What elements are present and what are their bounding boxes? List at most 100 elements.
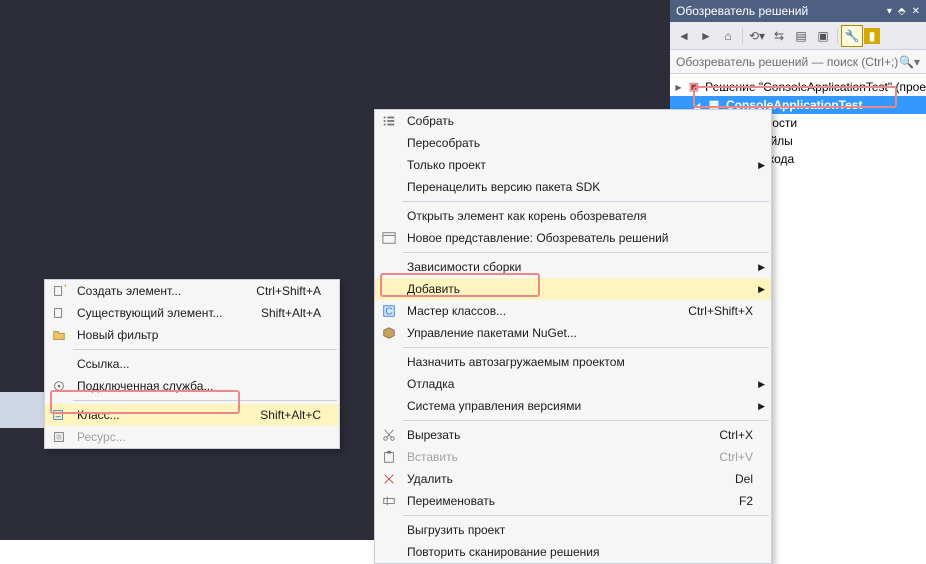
submenu-arrow-icon: ▶ — [758, 160, 765, 171]
menu-item-label: Мастер классов... — [403, 304, 688, 318]
menu-item-shortcut: Shift+Alt+C — [260, 408, 339, 422]
panel-titlebar: Обозреватель решений ▾ ⬘ ✕ — [670, 0, 926, 22]
back-icon[interactable]: ◄ — [674, 26, 694, 46]
menu-item-label: Ссылка... — [73, 357, 339, 371]
menu-item-label: Повторить сканирование решения — [403, 545, 771, 559]
home-icon[interactable]: ⌂ — [718, 26, 738, 46]
menu-item-переименовать[interactable]: ПереименоватьF2 — [375, 490, 771, 512]
menu-item-только-проект[interactable]: Только проект▶ — [375, 154, 771, 176]
existitem-icon — [45, 306, 73, 320]
menu-item-пересобрать[interactable]: Пересобрать — [375, 132, 771, 154]
menu-item-система-управления-версиями[interactable]: Система управления версиями▶ — [375, 395, 771, 417]
menu-item-новый-фильтр[interactable]: Новый фильтр — [45, 324, 339, 346]
menu-item-label: Только проект — [403, 158, 771, 172]
menu-item-shortcut: Ctrl+X — [719, 428, 771, 442]
menu-item-удалить[interactable]: УдалитьDel — [375, 468, 771, 490]
submenu-arrow-icon: ▶ — [758, 262, 765, 273]
menu-item-вставить: ВставитьCtrl+V — [375, 446, 771, 468]
panel-title: Обозреватель решений — [676, 4, 887, 18]
menu-item-ресурс-: Ресурс... — [45, 426, 339, 448]
menu-item-зависимости-сборки[interactable]: Зависимости сборки▶ — [375, 256, 771, 278]
menu-item-shortcut: F2 — [739, 494, 771, 508]
menu-item-подключенная-служба-[interactable]: Подключенная служба... — [45, 375, 339, 397]
menu-item-shortcut: Ctrl+Shift+X — [688, 304, 771, 318]
cut-icon — [375, 428, 403, 442]
menu-item-label: Отладка — [403, 377, 771, 391]
submenu-arrow-icon: ▶ — [758, 284, 765, 295]
context-menu-primary: СобратьПересобратьТолько проект▶Перенаце… — [374, 109, 772, 564]
search-placeholder: Обозреватель решений — поиск (Ctrl+;) — [676, 55, 899, 69]
submenu-arrow-icon: ▶ — [758, 401, 765, 412]
folder-icon — [45, 328, 73, 342]
menu-item-shortcut: Del — [735, 472, 771, 486]
properties-icon[interactable]: 🔧 — [842, 26, 862, 46]
menu-item-shortcut: Shift+Alt+A — [261, 306, 339, 320]
menu-item-label: Система управления версиями — [403, 399, 771, 413]
menu-item-класс-[interactable]: Класс...Shift+Alt+C — [45, 404, 339, 426]
menu-item-вырезать[interactable]: ВырезатьCtrl+X — [375, 424, 771, 446]
resource-icon — [45, 430, 73, 444]
sync-icon[interactable]: ⟲▾ — [747, 26, 767, 46]
class2-icon — [45, 408, 73, 422]
menu-item-повторить-сканирование-решения[interactable]: Повторить сканирование решения — [375, 541, 771, 563]
nuget-icon — [375, 326, 403, 340]
menu-item-назначить-автозагружаемым-проектом[interactable]: Назначить автозагружаемым проектом — [375, 351, 771, 373]
del-icon — [375, 472, 403, 486]
menu-item-shortcut: Ctrl+Shift+A — [256, 284, 339, 298]
menu-item-открыть-элемент-как-корень-обозревателя[interactable]: Открыть элемент как корень обозревателя — [375, 205, 771, 227]
refresh-icon[interactable]: ⇆ — [769, 26, 789, 46]
preview-icon[interactable]: ▮ — [864, 28, 880, 44]
collapse-icon[interactable]: ▣ — [813, 26, 833, 46]
pin-icon[interactable]: ⬘ — [898, 6, 906, 17]
menu-item-label: Существующий элемент... — [73, 306, 261, 320]
forward-icon[interactable]: ► — [696, 26, 716, 46]
menu-item-label: Подключенная служба... — [73, 379, 339, 393]
menu-item-label: Назначить автозагружаемым проектом — [403, 355, 771, 369]
menu-item-мастер-классов-[interactable]: C Мастер классов...Ctrl+Shift+X — [375, 300, 771, 322]
menu-item-label: Новое представление: Обозреватель решени… — [403, 231, 771, 245]
solution-label: Решение "ConsoleApplicationTest" (прое — [705, 80, 926, 94]
search-box[interactable]: Обозреватель решений — поиск (Ctrl+;) 🔍▾ — [670, 50, 926, 74]
build-icon — [375, 114, 403, 128]
bg-left-strip — [0, 392, 44, 428]
menu-item-label: Собрать — [403, 114, 771, 128]
menu-item-label: Новый фильтр — [73, 328, 339, 342]
window-icon — [375, 231, 403, 245]
menu-item-label: Вырезать — [403, 428, 719, 442]
menu-item-label: Выгрузить проект — [403, 523, 771, 537]
menu-item-label: Пересобрать — [403, 136, 771, 150]
context-menu-add: ✦ Создать элемент...Ctrl+Shift+A Существую… — [44, 279, 340, 449]
caret-icon: ▶ — [674, 83, 683, 92]
menu-item-label: Открыть элемент как корень обозревателя — [403, 209, 771, 223]
menu-item-label: Вставить — [403, 450, 719, 464]
solution-icon: ▣ — [687, 80, 701, 94]
paste-icon — [375, 450, 403, 464]
menu-item-отладка[interactable]: Отладка▶ — [375, 373, 771, 395]
menu-item-shortcut: Ctrl+V — [719, 450, 771, 464]
dropdown-icon[interactable]: ▾ — [887, 6, 892, 17]
showall-icon[interactable]: ▤ — [791, 26, 811, 46]
menu-item-существующий-элемент-[interactable]: Существующий элемент...Shift+Alt+A — [45, 302, 339, 324]
menu-item-label: Создать элемент... — [73, 284, 256, 298]
menu-item-label: Удалить — [403, 472, 735, 486]
menu-item-label: Зависимости сборки — [403, 260, 771, 274]
tree-solution-node[interactable]: ▶ ▣ Решение "ConsoleApplicationTest" (пр… — [670, 78, 926, 96]
menu-item-новое-представление-обозреватель-решений[interactable]: Новое представление: Обозреватель решени… — [375, 227, 771, 249]
menu-item-label: Ресурс... — [73, 430, 339, 444]
svg-text:✦: ✦ — [63, 284, 67, 292]
menu-item-выгрузить-проект[interactable]: Выгрузить проект — [375, 519, 771, 541]
search-icon: 🔍▾ — [899, 55, 920, 69]
menu-item-создать-элемент-[interactable]: ✦ Создать элемент...Ctrl+Shift+A — [45, 280, 339, 302]
svg-text:C: C — [385, 306, 393, 318]
menu-item-label: Перенацелить версию пакета SDK — [403, 180, 771, 194]
menu-item-управление-пакетами-nuget-[interactable]: Управление пакетами NuGet... — [375, 322, 771, 344]
rename-icon — [375, 494, 403, 508]
menu-item-добавить[interactable]: Добавить▶ — [375, 278, 771, 300]
class-icon: C — [375, 304, 403, 318]
service-icon — [45, 379, 73, 393]
close-icon[interactable]: ✕ — [912, 6, 920, 17]
menu-item-ссылка-[interactable]: Ссылка... — [45, 353, 339, 375]
menu-item-собрать[interactable]: Собрать — [375, 110, 771, 132]
menu-item-label: Управление пакетами NuGet... — [403, 326, 771, 340]
menu-item-перенацелить-версию-пакета-sdk[interactable]: Перенацелить версию пакета SDK — [375, 176, 771, 198]
